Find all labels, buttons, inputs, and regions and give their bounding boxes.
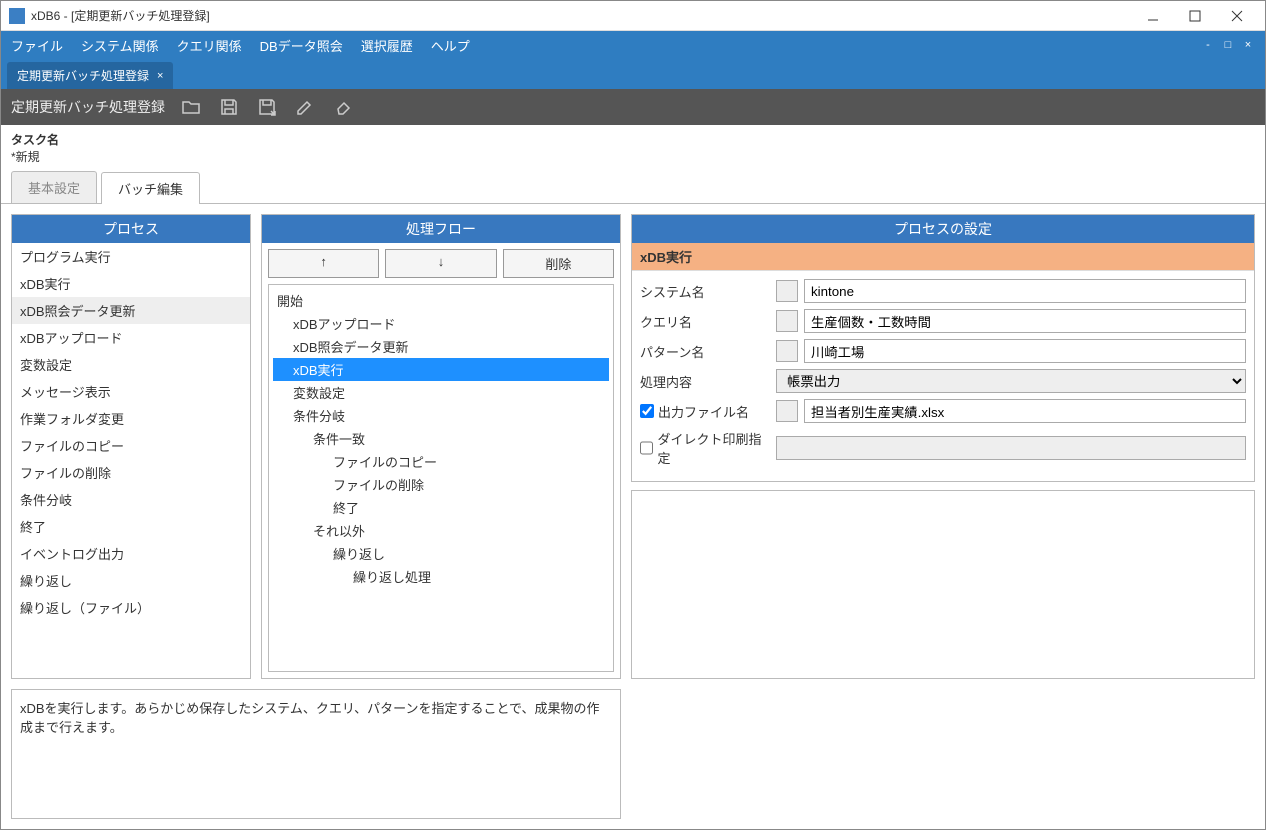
- task-name-label: タスク名: [11, 131, 1255, 148]
- process-item[interactable]: 条件分岐: [12, 486, 250, 513]
- mdi-restore-icon[interactable]: □: [1221, 38, 1235, 52]
- process-item[interactable]: 終了: [12, 513, 250, 540]
- process-item[interactable]: イベントログ出力: [12, 540, 250, 567]
- tab-basic[interactable]: 基本設定: [11, 171, 97, 203]
- menu-query[interactable]: クエリ関係: [177, 36, 242, 55]
- tree-item[interactable]: 変数設定: [273, 381, 609, 404]
- flow-tree: 開始xDBアップロードxDB照会データ更新xDB実行変数設定条件分岐条件一致ファ…: [268, 284, 614, 672]
- process-item[interactable]: 繰り返し（ファイル）: [12, 594, 250, 621]
- description-box: xDBを実行します。あらかじめ保存したシステム、クエリ、パターンを指定することで…: [11, 689, 621, 819]
- tree-item[interactable]: 繰り返し処理: [273, 565, 609, 588]
- window-title: xDB6 - [定期更新バッチ処理登録]: [31, 7, 210, 24]
- query-input[interactable]: [804, 309, 1246, 333]
- menu-history[interactable]: 選択履歴: [361, 36, 413, 55]
- doc-tab-label: 定期更新バッチ処理登録: [17, 67, 149, 84]
- process-item[interactable]: メッセージ表示: [12, 378, 250, 405]
- proc-select[interactable]: 帳票出力: [776, 369, 1246, 393]
- maximize-button[interactable]: [1175, 2, 1215, 30]
- system-label: システム名: [640, 282, 705, 301]
- titlebar: xDB6 - [定期更新バッチ処理登録]: [1, 1, 1265, 31]
- tree-item[interactable]: ファイルの削除: [273, 473, 609, 496]
- tree-item[interactable]: xDB実行: [273, 358, 609, 381]
- menu-db[interactable]: DBデータ照会: [260, 36, 343, 55]
- process-item[interactable]: 繰り返し: [12, 567, 250, 594]
- system-picker-button[interactable]: [776, 280, 798, 302]
- flow-panel: 処理フロー ↑ ↓ 削除 開始xDBアップロードxDB照会データ更新xDB実行変…: [261, 214, 621, 679]
- task-info: タスク名 *新規: [1, 125, 1265, 167]
- pattern-label: パターン名: [640, 342, 704, 361]
- tree-item[interactable]: 条件分岐: [273, 404, 609, 427]
- process-item[interactable]: 変数設定: [12, 351, 250, 378]
- system-input[interactable]: [804, 279, 1246, 303]
- query-label: クエリ名: [640, 312, 692, 331]
- toolbar: 定期更新バッチ処理登録: [1, 89, 1265, 125]
- open-icon[interactable]: [179, 95, 203, 119]
- content-tabs: 基本設定 バッチ編集: [1, 167, 1265, 204]
- outfile-label: 出力ファイル名: [658, 402, 749, 421]
- menu-help[interactable]: ヘルプ: [431, 36, 470, 55]
- menubar: ファイル システム関係 クエリ関係 DBデータ照会 選択履歴 ヘルプ - □ ×: [1, 31, 1265, 59]
- close-button[interactable]: [1217, 2, 1257, 30]
- process-item[interactable]: xDB実行: [12, 270, 250, 297]
- direct-input: [776, 436, 1246, 460]
- doc-tab-close-icon[interactable]: ×: [157, 70, 163, 82]
- toolbar-label: 定期更新バッチ処理登録: [11, 97, 165, 117]
- tree-item[interactable]: 終了: [273, 496, 609, 519]
- direct-label: ダイレクト印刷指定: [657, 429, 770, 467]
- app-icon: [9, 8, 25, 24]
- process-panel-title: プロセス: [12, 215, 250, 243]
- tree-item[interactable]: 開始: [273, 289, 609, 312]
- settings-subtitle: xDB実行: [632, 243, 1254, 271]
- settings-panel: プロセスの設定 xDB実行 システム名 クエリ名: [631, 214, 1255, 679]
- menu-system[interactable]: システム関係: [81, 36, 159, 55]
- tree-item[interactable]: ファイルのコピー: [273, 450, 609, 473]
- flow-delete-button[interactable]: 削除: [503, 249, 614, 278]
- flow-up-button[interactable]: ↑: [268, 249, 379, 278]
- tree-item[interactable]: それ以外: [273, 519, 609, 542]
- mdi-close-icon[interactable]: ×: [1241, 38, 1255, 52]
- tree-item[interactable]: xDB照会データ更新: [273, 335, 609, 358]
- direct-checkbox[interactable]: [640, 441, 653, 455]
- process-list: プログラム実行xDB実行xDB照会データ更新xDBアップロード変数設定メッセージ…: [12, 243, 250, 678]
- tree-item[interactable]: xDBアップロード: [273, 312, 609, 335]
- flow-down-button[interactable]: ↓: [385, 249, 496, 278]
- outfile-checkbox[interactable]: [640, 404, 654, 418]
- settings-preview: [631, 490, 1255, 679]
- edit-icon[interactable]: [293, 95, 317, 119]
- tree-item[interactable]: 条件一致: [273, 427, 609, 450]
- process-panel: プロセス プログラム実行xDB実行xDB照会データ更新xDBアップロード変数設定…: [11, 214, 251, 679]
- process-item[interactable]: ファイルのコピー: [12, 432, 250, 459]
- process-item[interactable]: xDB照会データ更新: [12, 297, 250, 324]
- proc-label: 処理内容: [640, 372, 692, 391]
- tree-item[interactable]: 繰り返し: [273, 542, 609, 565]
- process-item[interactable]: xDBアップロード: [12, 324, 250, 351]
- settings-panel-title: プロセスの設定: [632, 215, 1254, 243]
- outfile-input[interactable]: [804, 399, 1246, 423]
- process-item[interactable]: 作業フォルダ変更: [12, 405, 250, 432]
- minimize-button[interactable]: [1133, 2, 1173, 30]
- mdi-minimize-icon[interactable]: -: [1201, 38, 1215, 52]
- menu-file[interactable]: ファイル: [11, 36, 63, 55]
- save-as-icon[interactable]: [255, 95, 279, 119]
- doc-tabs: 定期更新バッチ処理登録 ×: [1, 59, 1265, 89]
- doc-tab[interactable]: 定期更新バッチ処理登録 ×: [7, 62, 173, 89]
- flow-panel-title: 処理フロー: [262, 215, 620, 243]
- erase-icon[interactable]: [331, 95, 355, 119]
- outfile-picker-button[interactable]: [776, 400, 798, 422]
- tab-batch[interactable]: バッチ編集: [101, 172, 200, 204]
- process-item[interactable]: ファイルの削除: [12, 459, 250, 486]
- query-picker-button[interactable]: [776, 310, 798, 332]
- save-icon[interactable]: [217, 95, 241, 119]
- pattern-input[interactable]: [804, 339, 1246, 363]
- process-item[interactable]: プログラム実行: [12, 243, 250, 270]
- pattern-picker-button[interactable]: [776, 340, 798, 362]
- task-name-value: *新規: [11, 148, 1255, 165]
